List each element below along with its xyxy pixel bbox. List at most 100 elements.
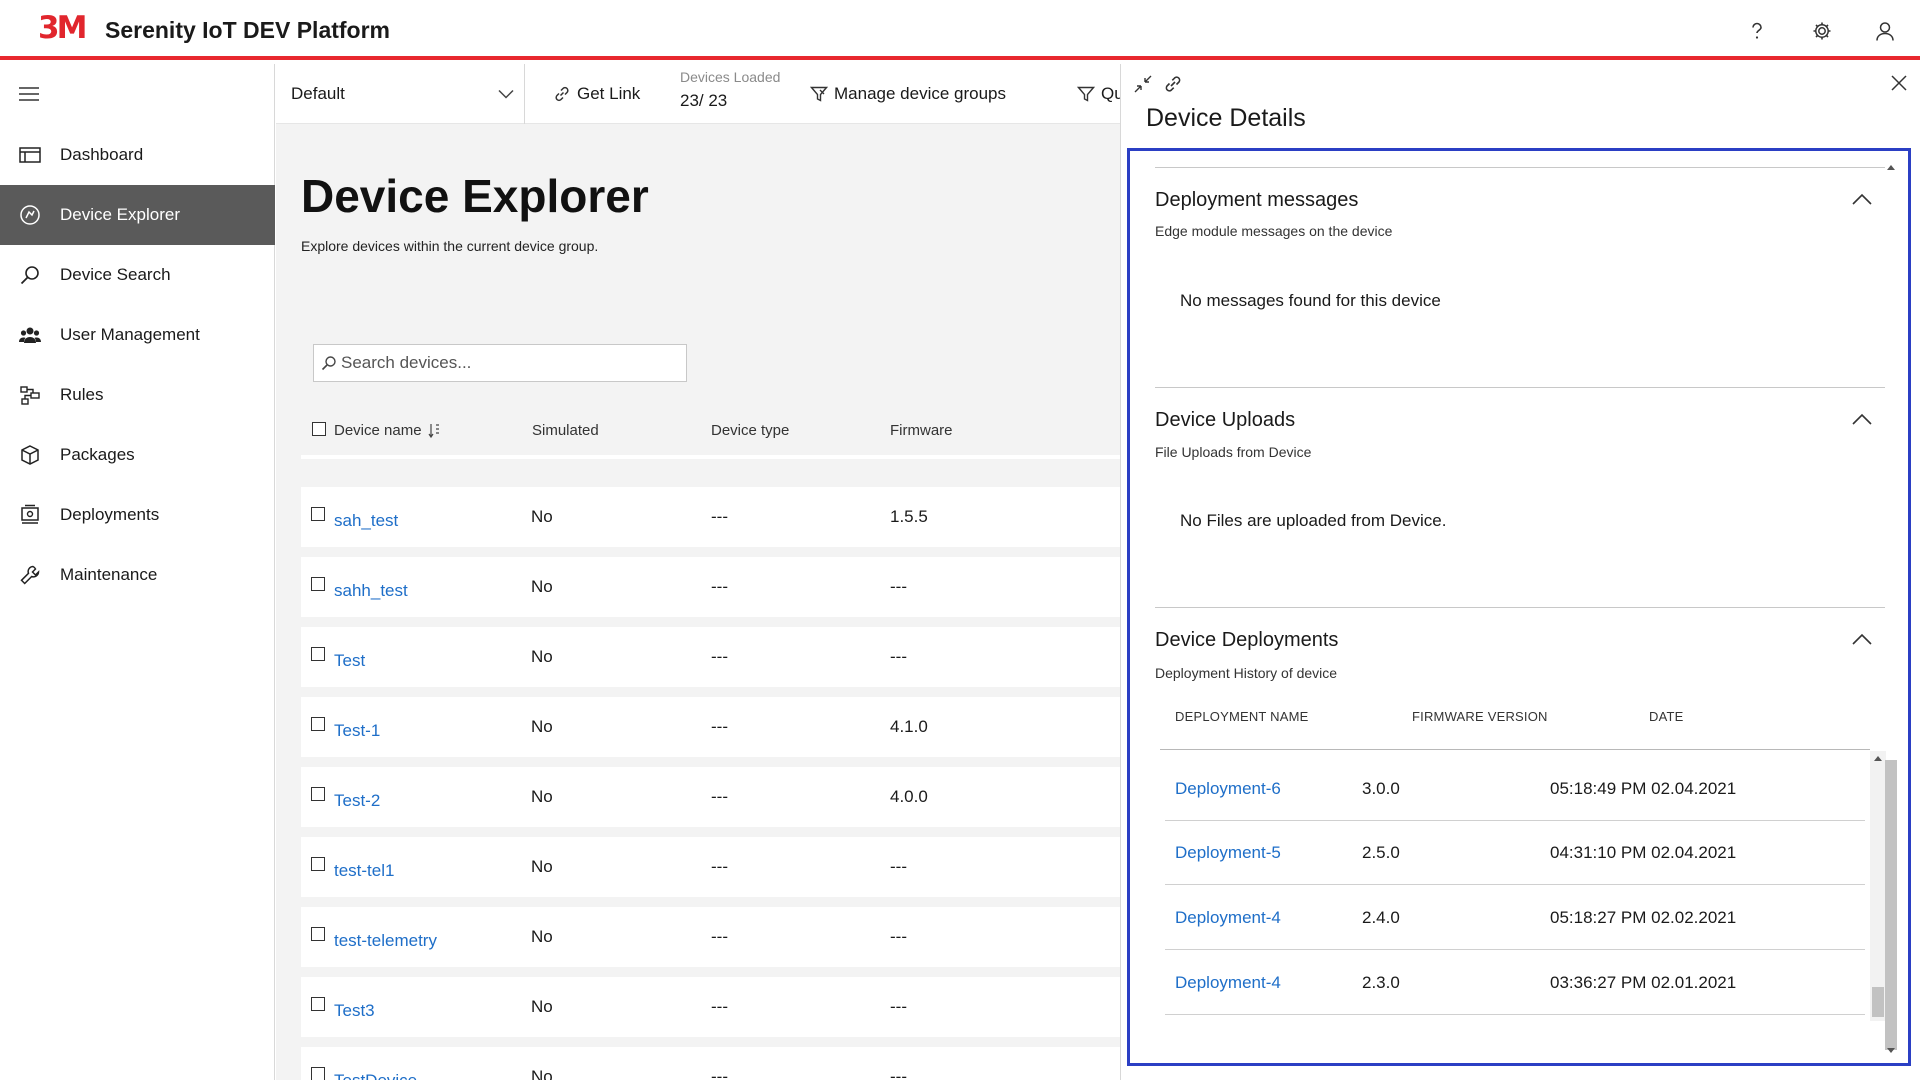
- device-name-link[interactable]: Test-2: [334, 791, 380, 811]
- search-input[interactable]: [341, 353, 661, 373]
- device-name-link[interactable]: Test: [334, 651, 365, 671]
- sidebar-item-user-management[interactable]: User Management: [0, 305, 275, 365]
- sidebar-item-device-explorer[interactable]: Device Explorer: [0, 185, 275, 245]
- deployment-messages-empty: No messages found for this device: [1180, 291, 1441, 310]
- scroll-up-icon[interactable]: [1887, 164, 1895, 170]
- dashboard-icon: [18, 143, 42, 167]
- table-row[interactable]: test-telemetry No --- ---: [301, 907, 1120, 967]
- row-checkbox[interactable]: [311, 1067, 325, 1080]
- firmware-version-cell: 2.4.0: [1362, 908, 1400, 927]
- row-checkbox[interactable]: [311, 647, 325, 661]
- row-checkbox[interactable]: [311, 717, 325, 731]
- deployment-row[interactable]: Deployment-4 2.3.0 03:36:27 PM 02.01.202…: [1165, 951, 1865, 1015]
- simulated-cell: No: [531, 717, 553, 736]
- sidebar-item-label: Maintenance: [60, 565, 158, 584]
- table-row[interactable]: Test3 No --- ---: [301, 977, 1120, 1037]
- column-header-simulated[interactable]: Simulated: [532, 422, 599, 439]
- column-header-firmware-version[interactable]: FIRMWARE VERSION: [1412, 709, 1548, 724]
- deployment-name-link[interactable]: Deployment-6: [1175, 779, 1281, 799]
- chevron-up-icon[interactable]: [1852, 413, 1872, 425]
- select-all-checkbox[interactable]: [312, 422, 326, 436]
- column-header-deployment-name[interactable]: DEPLOYMENT NAME: [1175, 709, 1309, 724]
- filter-icon: [1077, 85, 1095, 103]
- row-checkbox[interactable]: [311, 857, 325, 871]
- row-checkbox[interactable]: [311, 507, 325, 521]
- simulated-cell: No: [531, 787, 553, 806]
- chevron-down-icon: [498, 89, 514, 99]
- device-name-link[interactable]: Test-1: [334, 721, 380, 741]
- divider: [1160, 749, 1870, 750]
- sidebar-item-packages[interactable]: Packages: [0, 425, 275, 485]
- close-icon[interactable]: [1890, 74, 1908, 92]
- firmware-version-cell: 2.5.0: [1362, 843, 1400, 862]
- deployment-name-link[interactable]: Deployment-4: [1175, 973, 1281, 993]
- scroll-down-icon[interactable]: [1887, 1048, 1895, 1054]
- device-group-select[interactable]: Default: [276, 64, 525, 124]
- query-button[interactable]: Qu: [1077, 64, 1120, 124]
- table-row[interactable]: sahh_test No --- ---: [301, 557, 1120, 617]
- chevron-up-icon[interactable]: [1852, 193, 1872, 205]
- column-header-device-type[interactable]: Device type: [711, 422, 789, 439]
- devices-loaded-count: 23/ 23: [680, 91, 728, 110]
- table-row[interactable]: Test No --- ---: [301, 627, 1120, 687]
- link-icon[interactable]: [1163, 74, 1183, 94]
- device-details-panel: Device Details Deployment messages Edge …: [1120, 64, 1920, 1080]
- device-search-box[interactable]: [313, 344, 687, 382]
- sidebar-item-deployments[interactable]: Deployments: [0, 485, 275, 545]
- device-name-link[interactable]: Test3: [334, 1001, 375, 1021]
- app-title: Serenity IoT DEV Platform: [105, 17, 391, 43]
- device-name-link[interactable]: test-tel1: [334, 861, 394, 881]
- row-checkbox[interactable]: [311, 787, 325, 801]
- divider: [1155, 167, 1885, 168]
- row-checkbox[interactable]: [311, 997, 325, 1011]
- column-header-firmware[interactable]: Firmware: [890, 422, 953, 439]
- user-icon[interactable]: [1872, 18, 1898, 44]
- help-icon[interactable]: [1744, 18, 1770, 44]
- table-row[interactable]: TestDevice No --- ---: [301, 1047, 1120, 1080]
- scroll-up-icon[interactable]: [1874, 755, 1882, 761]
- date-cell: 04:31:10 PM 02.04.2021: [1550, 843, 1737, 862]
- column-header-date[interactable]: DATE: [1649, 709, 1684, 724]
- table-row[interactable]: sah_test No --- 1.5.5: [301, 487, 1120, 547]
- manage-device-groups-button[interactable]: Manage device groups: [810, 64, 1006, 124]
- deployment-row[interactable]: Deployment-6 3.0.0 05:18:49 PM 02.04.202…: [1165, 757, 1865, 821]
- sort-icon[interactable]: [428, 423, 440, 439]
- hamburger-menu-icon[interactable]: [18, 86, 44, 106]
- device-name-link[interactable]: TestDevice: [334, 1071, 417, 1080]
- rules-icon: [18, 383, 42, 407]
- deployment-name-link[interactable]: Deployment-4: [1175, 908, 1281, 928]
- firmware-cell: ---: [890, 927, 907, 946]
- firmware-cell: 4.0.0: [890, 787, 928, 806]
- panel-scrollbar[interactable]: [1883, 160, 1899, 1060]
- firmware-version-cell: 2.3.0: [1362, 973, 1400, 992]
- date-cell: 03:36:27 PM 02.01.2021: [1550, 973, 1737, 992]
- row-checkbox[interactable]: [311, 577, 325, 591]
- deployment-name-link[interactable]: Deployment-5: [1175, 843, 1281, 863]
- firmware-cell: 1.5.5: [890, 507, 928, 526]
- sidebar-item-rules[interactable]: Rules: [0, 365, 275, 425]
- deployments-icon: [18, 503, 42, 527]
- scrollbar-thumb[interactable]: [1885, 760, 1897, 1050]
- device-name-link[interactable]: sah_test: [334, 511, 398, 531]
- gear-icon[interactable]: [1809, 18, 1835, 44]
- row-checkbox[interactable]: [311, 927, 325, 941]
- table-row[interactable]: test-tel1 No --- ---: [301, 837, 1120, 897]
- collapse-icon[interactable]: [1133, 74, 1153, 94]
- chevron-up-icon[interactable]: [1852, 633, 1872, 645]
- device-name-link[interactable]: test-telemetry: [334, 931, 437, 951]
- device-name-link[interactable]: sahh_test: [334, 581, 408, 601]
- main-content: Default Get Link Devices Loaded 23/ 23 M…: [276, 64, 1120, 1080]
- table-row[interactable]: Test-2 No --- 4.0.0: [301, 767, 1120, 827]
- device-uploads-subtitle: File Uploads from Device: [1155, 444, 1312, 460]
- deployment-row[interactable]: Deployment-5 2.5.0 04:31:10 PM 02.04.202…: [1165, 821, 1865, 885]
- get-link-button[interactable]: Get Link: [553, 64, 640, 124]
- device-type-cell: ---: [711, 647, 728, 666]
- deployment-row[interactable]: Deployment-4 2.4.0 05:18:27 PM 02.02.202…: [1165, 886, 1865, 950]
- sidebar-item-device-search[interactable]: Device Search: [0, 245, 275, 305]
- sidebar-item-dashboard[interactable]: Dashboard: [0, 125, 275, 185]
- get-link-label: Get Link: [577, 84, 641, 103]
- column-header-device-name[interactable]: Device name: [334, 422, 440, 439]
- column-label: Device name: [334, 422, 422, 439]
- sidebar-item-maintenance[interactable]: Maintenance: [0, 545, 275, 605]
- table-row[interactable]: Test-1 No --- 4.1.0: [301, 697, 1120, 757]
